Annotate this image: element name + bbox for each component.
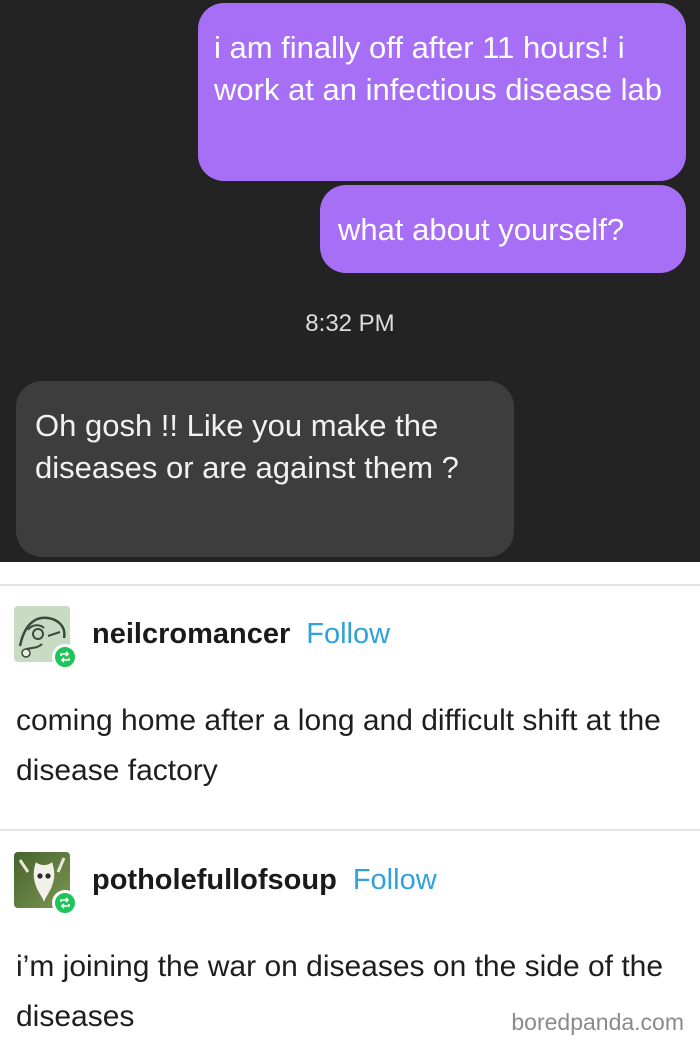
- follow-button[interactable]: Follow: [353, 864, 437, 897]
- sent-message-bubble: i am finally off after 11 hours! i work …: [198, 3, 686, 181]
- follow-button[interactable]: Follow: [306, 618, 390, 651]
- post-username[interactable]: potholefullofsoup: [92, 864, 337, 897]
- message-timestamp: 8:32 PM: [305, 310, 395, 337]
- reblog-icon: [52, 890, 78, 916]
- watermark: boredpanda.com: [511, 1009, 684, 1035]
- divider: [0, 829, 700, 831]
- post-header: potholefullofsoup Follow: [14, 852, 437, 916]
- received-message-bubble: Oh gosh !! Like you make the diseases or…: [16, 381, 514, 557]
- sent-message-bubble: what about yourself?: [320, 185, 686, 273]
- post-username[interactable]: neilcromancer: [92, 618, 290, 651]
- post-header: neilcromancer Follow: [14, 606, 390, 670]
- anime-character-avatar-icon[interactable]: [14, 606, 78, 670]
- chat-screenshot: i am finally off after 11 hours! i work …: [0, 0, 700, 562]
- post-text: coming home after a long and difficult s…: [16, 704, 661, 787]
- divider: [0, 584, 700, 586]
- reblog-icon: [52, 644, 78, 670]
- animal-skull-avatar-icon[interactable]: [14, 852, 78, 916]
